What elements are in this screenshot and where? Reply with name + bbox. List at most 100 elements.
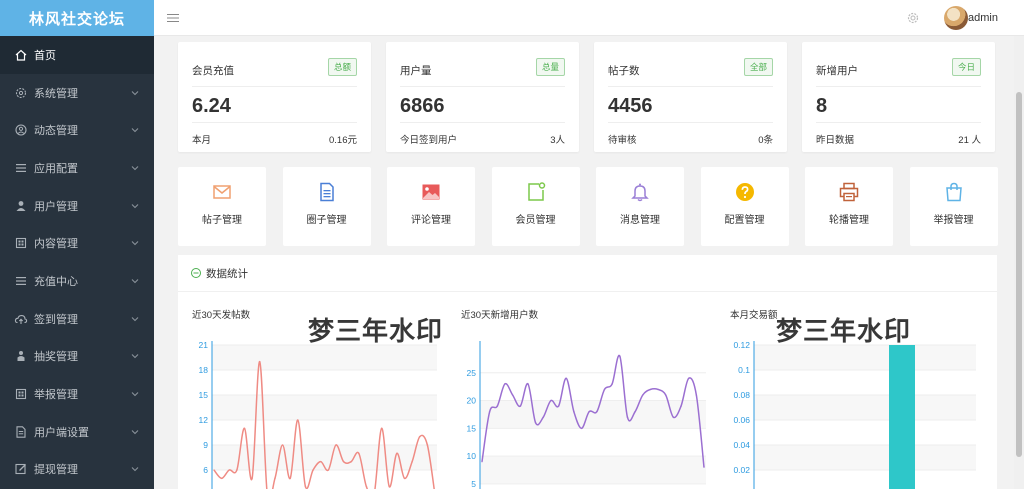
divider xyxy=(816,122,981,123)
stat-title: 帖子数 xyxy=(608,65,640,77)
sidebar-item-5[interactable]: 内容管理 xyxy=(0,224,154,262)
data-point xyxy=(274,477,276,480)
tile-label: 举报管理 xyxy=(933,215,974,226)
y-tick-label: 18 xyxy=(199,365,209,375)
data-point xyxy=(664,394,667,396)
scrollbar-thumb[interactable] xyxy=(1016,92,1022,457)
panel-header: 数据统计 xyxy=(178,255,997,292)
stat-foot-label: 昨日数据 xyxy=(816,135,855,146)
stat-foot-label: 今日签到用户 xyxy=(400,135,458,146)
y-tick-label: 5 xyxy=(471,479,476,489)
stat-card: 用户量 总量 6866 今日签到用户 3人 xyxy=(386,42,579,152)
sidebar-item-4[interactable]: 用户管理 xyxy=(0,187,154,225)
sidebar-item-label: 签到管理 xyxy=(34,313,78,326)
bag-icon xyxy=(945,182,962,202)
tile-label: 圈子管理 xyxy=(306,215,347,226)
data-point xyxy=(634,410,636,413)
data-point xyxy=(297,419,299,421)
chart-icon xyxy=(191,268,201,278)
data-point xyxy=(611,383,613,385)
scrollbar[interactable] xyxy=(1014,36,1024,489)
chart-title-posts: 近30天发帖数 xyxy=(192,310,251,321)
stat-title: 会员充值 xyxy=(192,65,234,77)
home-icon xyxy=(15,49,27,61)
data-point xyxy=(626,416,629,419)
sidebar-item-7[interactable]: 签到管理 xyxy=(0,300,154,338)
stats-panel: 数据统计 近30天发帖数 近30天新增用户数 本月交易额 36912151821… xyxy=(178,255,997,489)
data-point xyxy=(319,460,322,463)
data-point xyxy=(365,485,368,488)
divider xyxy=(400,122,565,123)
sidebar-item-0[interactable]: 首页 xyxy=(0,36,154,74)
revenue-bar-chart: 0.02 0.04 0.06 0.08 0.1 0.12 xyxy=(733,340,976,489)
data-point xyxy=(312,469,314,471)
sidebar-item-2[interactable]: 动态管理 xyxy=(0,111,154,149)
data-point xyxy=(618,355,621,357)
sidebar-item-1[interactable]: 系统管理 xyxy=(0,74,154,112)
stat-badge: 总量 xyxy=(535,58,565,76)
quick-link-tile[interactable]: 举报管理 xyxy=(909,167,998,246)
cloud-upload-icon xyxy=(14,314,28,324)
sidebar-item-11[interactable]: 提现管理 xyxy=(0,451,154,489)
y-tick-label: 25 xyxy=(467,368,477,378)
data-point xyxy=(403,477,406,480)
data-point xyxy=(236,469,238,471)
y-tick-label: 0.08 xyxy=(733,390,750,400)
user-name[interactable]: admin xyxy=(968,12,998,24)
data-point xyxy=(281,444,284,446)
stat-value: 6.24 xyxy=(192,95,231,117)
member-icon xyxy=(527,182,545,201)
avatar[interactable] xyxy=(944,6,968,30)
stat-title: 新增用户 xyxy=(816,65,858,77)
chevron-down-icon xyxy=(131,128,139,133)
tile-label: 帖子管理 xyxy=(202,215,242,226)
stat-badge: 总额 xyxy=(327,58,357,76)
data-point xyxy=(649,388,652,391)
y-tick-label: 0.06 xyxy=(733,415,750,425)
stat-foot-value: 3人 xyxy=(550,135,565,146)
y-tick-label: 9 xyxy=(203,440,208,450)
stat-title: 用户量 xyxy=(400,65,432,77)
users-line-chart: 5 10 15 20 25 xyxy=(467,341,706,489)
gear-icon[interactable] xyxy=(906,11,920,25)
quick-link-tile[interactable]: 消息管理 xyxy=(596,167,684,246)
brand-title[interactable]: 林风社交论坛 xyxy=(0,0,154,36)
panel-title: 数据统计 xyxy=(206,267,248,280)
sidebar-item-10[interactable]: 用户端设置 xyxy=(0,413,154,451)
sidebar-item-label: 抽奖管理 xyxy=(34,351,78,364)
sidebar-item-label: 内容管理 xyxy=(34,238,78,251)
y-tick-label: 12 xyxy=(199,415,209,425)
grid-band xyxy=(212,345,437,370)
document-icon xyxy=(16,425,26,438)
list-icon xyxy=(16,163,26,172)
data-point xyxy=(228,469,231,471)
quick-link-tile[interactable]: 帖子管理 xyxy=(178,167,266,246)
data-point xyxy=(220,477,223,480)
data-point xyxy=(504,383,506,385)
stat-foot-value: 0.16元 xyxy=(329,135,357,146)
top-header: admin xyxy=(154,0,1024,36)
data-point xyxy=(411,460,413,463)
data-point xyxy=(680,405,682,407)
menu-toggle-icon[interactable] xyxy=(166,11,180,25)
quick-link-tile[interactable]: 轮播管理 xyxy=(805,167,893,246)
sidebar-item-3[interactable]: 应用配置 xyxy=(0,149,154,187)
quick-link-tile[interactable]: 圈子管理 xyxy=(282,167,371,246)
sidebar-item-label: 用户管理 xyxy=(34,200,78,213)
sidebar-item-8[interactable]: 抽奖管理 xyxy=(0,338,154,376)
data-point xyxy=(588,410,590,413)
chevron-down-icon xyxy=(131,90,139,95)
data-point xyxy=(335,444,337,446)
quick-link-tile[interactable]: 会员管理 xyxy=(491,167,580,246)
data-point xyxy=(213,469,215,471)
sidebar-item-6[interactable]: 充值中心 xyxy=(0,262,154,300)
image-icon xyxy=(422,184,440,200)
quick-link-tile[interactable]: 评论管理 xyxy=(387,167,475,246)
user-group-icon xyxy=(17,351,25,362)
data-point xyxy=(511,394,514,396)
stat-foot-value: 0条 xyxy=(758,135,773,146)
divider xyxy=(192,86,357,87)
stat-card: 帖子数 全部 4456 待审核 0条 xyxy=(594,42,787,152)
quick-link-tile[interactable]: 配置管理 xyxy=(700,167,789,246)
sidebar-item-9[interactable]: 举报管理 xyxy=(0,375,154,413)
